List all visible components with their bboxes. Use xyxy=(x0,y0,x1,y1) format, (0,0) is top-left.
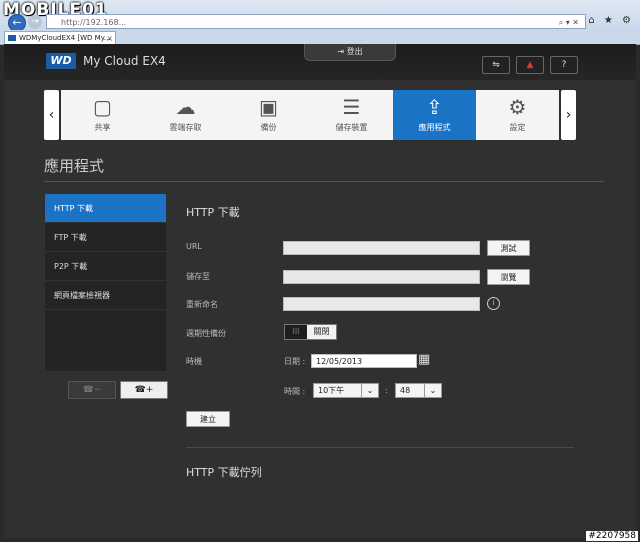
address-text: http://192.168... xyxy=(61,18,127,27)
nav-item-5[interactable]: ⚙ 設定 xyxy=(476,90,559,140)
time-colon: : xyxy=(385,386,388,395)
minute-select[interactable]: 48 ⌄ xyxy=(395,383,442,398)
create-button[interactable]: 建立 xyxy=(186,411,230,427)
address-actions[interactable]: ⌕ ▾ ✕ xyxy=(559,15,579,30)
wd-favicon-icon xyxy=(8,35,16,41)
browser-toolbar: MOBILE01 ← → http://192.168... ⌕ ▾ ✕ xyxy=(0,0,640,32)
divider xyxy=(44,181,604,182)
logout-button[interactable]: ⇥ 登出 xyxy=(304,44,396,61)
nav-item-4[interactable]: ⇪ 應用程式 xyxy=(393,90,476,140)
gear-icon: ⚙ xyxy=(508,95,527,119)
product-name: My Cloud EX4 xyxy=(83,54,166,68)
time-label: 時間 : xyxy=(284,387,306,396)
nav-item-1[interactable]: ☁ 雲端存取 xyxy=(144,90,227,140)
url-label: URL xyxy=(186,242,202,251)
periodic-backup-label: 週期性備份 xyxy=(186,329,226,338)
nav-items: ▢ 共享 ☁ 雲端存取 ▣ 備份 ☰ 儲存裝置 ⇪ 應用程式 ⚙ 設定 xyxy=(61,90,559,140)
remove-app-button[interactable]: ☎− xyxy=(68,381,116,399)
address-bar[interactable]: http://192.168... ⌕ ▾ ✕ xyxy=(46,14,586,29)
help-button[interactable]: ? xyxy=(550,56,578,74)
sidebar-item-3[interactable]: 網頁檔案檢視器 xyxy=(45,281,166,310)
add-app-button[interactable]: ☎+ xyxy=(120,381,168,399)
sidebar: HTTP 下載 FTP 下載 P2P 下載 網頁檔案檢視器 xyxy=(45,194,166,371)
nav-item-label: 備份 xyxy=(260,123,277,132)
main-nav: ‹ ▢ 共享 ☁ 雲端存取 ▣ 備份 ☰ 儲存裝置 ⇪ 應用程式 ⚙ 設定 › xyxy=(44,90,576,140)
rename-label: 重新命名 xyxy=(186,300,218,309)
timing-label: 時機 xyxy=(186,357,202,366)
date-input[interactable]: 12/05/2013 xyxy=(311,354,417,368)
toggle-state: 關閉 xyxy=(307,325,336,339)
chevron-down-icon: ⌄ xyxy=(424,384,441,397)
app-header: WD My Cloud EX4 ⇥ 登出 ⇋ ▲ ? xyxy=(4,44,636,80)
cloud-icon: ☁ xyxy=(175,95,196,119)
chevron-down-icon: ⌄ xyxy=(361,384,378,397)
storage-icon: ☰ xyxy=(342,95,361,119)
toggle-knob: III xyxy=(285,325,307,339)
browser-tools-icons[interactable]: ⌂ ★ ⚙ xyxy=(588,15,634,26)
sidebar-item-0[interactable]: HTTP 下載 xyxy=(45,194,166,223)
sidebar-item-2[interactable]: P2P 下載 xyxy=(45,252,166,281)
minute-value: 48 xyxy=(400,386,411,395)
apps-icon: ⇪ xyxy=(426,95,443,119)
nav-item-label: 共享 xyxy=(94,123,111,132)
download-queue-title: HTTP 下載佇列 xyxy=(186,466,262,479)
page-title: 應用程式 xyxy=(44,157,105,175)
nav-item-label: 應用程式 xyxy=(418,123,451,132)
test-button[interactable]: 測試 xyxy=(487,240,530,256)
rename-input[interactable] xyxy=(283,297,480,311)
nav-next-button[interactable]: › xyxy=(561,90,576,140)
save-to-label: 儲存至 xyxy=(186,272,210,281)
forward-button[interactable]: → xyxy=(28,15,42,29)
hour-value: 10下午 xyxy=(318,386,345,395)
wd-dashboard: WD My Cloud EX4 ⇥ 登出 ⇋ ▲ ? ‹ ▢ 共享 ☁ 雲端存取 ▣ 備份… xyxy=(4,44,636,538)
tab-strip: WDMyCloudEX4 [WD My... × ⌂ ★ ⚙ xyxy=(0,15,640,45)
watermark: #2207958 xyxy=(586,531,638,541)
nav-prev-button[interactable]: ‹ xyxy=(44,90,59,140)
bell-icon[interactable]: ▲ xyxy=(516,56,544,74)
nav-item-2[interactable]: ▣ 備份 xyxy=(227,90,310,140)
browser-tab[interactable]: WDMyCloudEX4 [WD My... × xyxy=(4,31,116,44)
nav-item-label: 儲存裝置 xyxy=(335,123,368,132)
logout-label: 登出 xyxy=(346,47,363,56)
hour-select[interactable]: 10下午 ⌄ xyxy=(313,383,379,398)
safe-icon: ▣ xyxy=(259,95,278,119)
nav-item-3[interactable]: ☰ 儲存裝置 xyxy=(310,90,393,140)
save-to-input[interactable] xyxy=(283,270,480,284)
calendar-icon[interactable]: ▦ xyxy=(418,352,434,368)
periodic-backup-toggle[interactable]: III 關閉 xyxy=(284,324,337,340)
folder-icon: ▢ xyxy=(93,95,112,119)
nav-item-0[interactable]: ▢ 共享 xyxy=(61,90,144,140)
section-title: HTTP 下載 xyxy=(186,206,240,219)
nav-item-label: 設定 xyxy=(509,123,526,132)
nav-item-label: 雲端存取 xyxy=(169,123,202,132)
usb-icon[interactable]: ⇋ xyxy=(482,56,510,74)
browse-button[interactable]: 瀏覽 xyxy=(487,269,530,285)
sidebar-item-1[interactable]: FTP 下載 xyxy=(45,223,166,252)
info-icon[interactable]: i xyxy=(487,297,500,310)
wd-logo: WD xyxy=(46,53,76,69)
logout-icon: ⇥ xyxy=(337,47,347,56)
url-input[interactable] xyxy=(283,241,480,255)
browser-tab-label: WDMyCloudEX4 [WD My... xyxy=(19,34,111,42)
date-label: 日期 : xyxy=(284,357,306,366)
divider xyxy=(186,447,574,448)
